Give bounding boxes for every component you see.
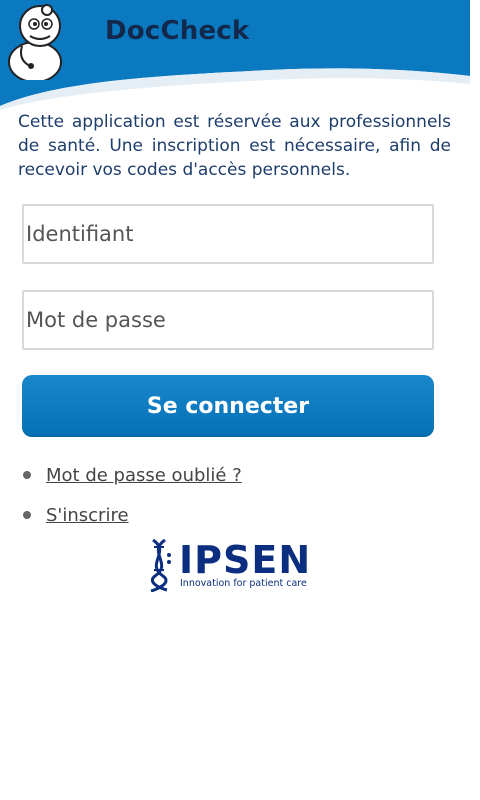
login-button[interactable]: Se connecter (22, 375, 434, 437)
sponsor-name: IPSEN (179, 538, 312, 582)
forgot-password-link[interactable]: Mot de passe oublié ? (46, 465, 242, 486)
bullet-icon (23, 471, 31, 479)
list-item: Mot de passe oublié ? (22, 455, 242, 495)
header-banner: DocCheck (0, 0, 480, 110)
help-links: Mot de passe oublié ? S'inscrire (22, 455, 242, 535)
username-input[interactable] (24, 206, 432, 262)
register-link[interactable]: S'inscrire (46, 505, 129, 526)
password-input[interactable] (24, 292, 432, 348)
intro-text: Cette application est réservée aux profe… (18, 112, 451, 180)
brand-title: DocCheck (105, 16, 250, 46)
username-field-wrapper (22, 204, 434, 264)
dna-helix-icon (150, 538, 171, 592)
sponsor-logo: IPSEN Innovation for patient care (143, 538, 328, 594)
password-field-wrapper (22, 290, 434, 350)
sponsor-tagline: Innovation for patient care (180, 578, 307, 589)
bullet-icon (23, 511, 31, 519)
list-item: S'inscrire (22, 495, 242, 535)
doccheck-mascot-logo (8, 4, 62, 80)
